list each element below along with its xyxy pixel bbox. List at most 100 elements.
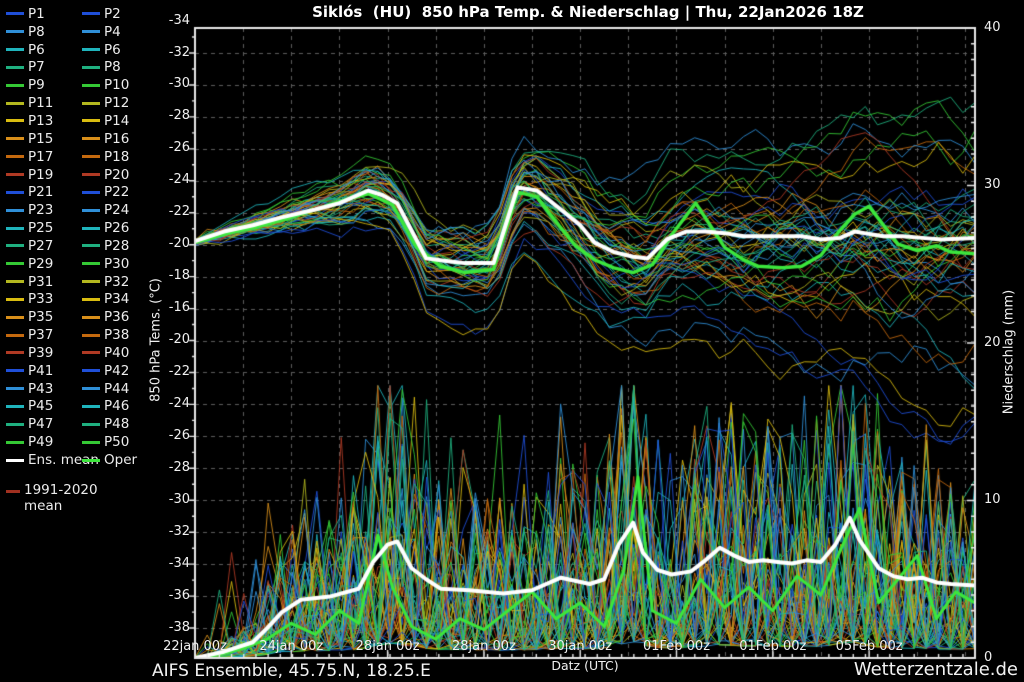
legend-row: P11P12: [6, 94, 156, 112]
legend-climate-label: 1991-2020 mean: [24, 483, 110, 515]
legend-row: P31P32: [6, 273, 156, 291]
legend-item-p2: P2: [82, 6, 148, 22]
legend-item-oper: Oper: [82, 452, 148, 468]
legend-color-swatch: [82, 137, 100, 140]
temp-axis-title: 850 hPa Tems. (°C): [149, 278, 164, 402]
legend-color-swatch: [6, 369, 24, 372]
legend-item-p39: P39: [6, 345, 82, 361]
temp-axis-tick: -24: [146, 172, 190, 187]
legend-item-p4: P4: [82, 24, 148, 40]
legend-member-label: P2: [104, 6, 121, 22]
legend-member-label: P24: [104, 202, 129, 218]
legend-color-swatch: [6, 262, 24, 265]
legend-member-label: P31: [28, 274, 53, 290]
legend-member-label: P6: [28, 42, 45, 58]
legend-color-swatch: [6, 119, 24, 122]
legend-item-p48: P48: [82, 416, 148, 432]
legend-item-p30: P30: [82, 256, 148, 272]
legend-color-swatch: [82, 155, 100, 158]
legend-item-p41: P41: [6, 363, 82, 379]
legend-item-p25: P25: [6, 220, 82, 236]
legend-item-p12: P12: [82, 95, 148, 111]
legend-member-label: P13: [28, 113, 53, 129]
legend-item-p40: P40: [82, 345, 148, 361]
model-info-text: AIFS Ensemble, 45.75.N, 18.25.E: [152, 661, 431, 681]
temp-axis-tick: -36: [146, 588, 190, 603]
date-axis-tick: 24jan 00z: [236, 639, 346, 654]
legend-color-swatch: [6, 102, 24, 105]
legend-color-swatch: [82, 244, 100, 247]
legend-color-swatch: [6, 30, 24, 33]
legend-color-swatch: [82, 369, 100, 372]
legend-member-label: P28: [104, 238, 129, 254]
legend-member-label: P50: [104, 434, 129, 450]
temp-axis-tick: -28: [146, 108, 190, 123]
legend-color-swatch: [82, 351, 100, 354]
date-axis-tick: 22jan 00z: [140, 639, 250, 654]
temp-axis-tick: -38: [146, 620, 190, 635]
legend-color-swatch: [6, 334, 24, 337]
legend-row: P19P20: [6, 166, 156, 184]
legend-member-label: P46: [104, 398, 129, 414]
legend-color-swatch: [82, 119, 100, 122]
legend-row: P37P38: [6, 326, 156, 344]
legend-color-swatch: [6, 155, 24, 158]
legend-row: P41 P42: [6, 362, 156, 380]
legend-color-swatch: [6, 12, 24, 15]
legend-member-label: P48: [104, 416, 129, 432]
ensemble-legend: P1P2P8P4P6P6P7P8P9P10P11P12P13P14P15P16P…: [6, 5, 156, 515]
precip-axis-tick: 10: [984, 492, 1018, 507]
legend-member-label: P42: [104, 363, 129, 379]
legend-item-p14: P14: [82, 113, 148, 129]
legend-item-p23: P23: [6, 202, 82, 218]
legend-color-swatch: [6, 387, 24, 390]
legend-member-label: P16: [104, 131, 129, 147]
legend-member-label: P38: [104, 327, 129, 343]
legend-member-label: P8: [28, 24, 45, 40]
legend-row: P49P50: [6, 433, 156, 451]
legend-member-label: P30: [104, 256, 129, 272]
legend-row: P25P26: [6, 219, 156, 237]
legend-color-swatch: [6, 66, 24, 69]
legend-color-swatch: [6, 405, 24, 408]
legend-item-p35: P35: [6, 309, 82, 325]
legend-color-swatch: [82, 48, 100, 51]
temp-axis-tick: -22: [146, 204, 190, 219]
legend-row: P17P18: [6, 148, 156, 166]
legend-color-swatch: [6, 227, 24, 230]
date-axis-tick: 01Feb 00z: [622, 639, 732, 654]
legend-member-label: P8: [104, 59, 121, 75]
date-axis-tick: 28jan 00z: [429, 639, 539, 654]
legend-item-p8: P8: [82, 59, 148, 75]
legend-item-p50: P50: [82, 434, 148, 450]
legend-row: P8 P4: [6, 23, 156, 41]
legend-item-p15: P15: [6, 131, 82, 147]
legend-member-label: P23: [28, 202, 53, 218]
legend-color-swatch: [6, 490, 20, 493]
temp-axis-tick: -26: [146, 428, 190, 443]
temp-axis-tick: -34: [146, 13, 190, 28]
legend-row: P6 P6: [6, 41, 156, 59]
legend-color-swatch: [6, 209, 24, 212]
legend-color-swatch: [82, 173, 100, 176]
legend-item-p6: P6: [82, 42, 148, 58]
legend-color-swatch: [82, 191, 100, 194]
legend-member-label: P36: [104, 309, 129, 325]
ensemble-meteogram: Siklós (HU) 850 hPa Temp. & Niederschlag…: [0, 0, 1024, 682]
legend-color-swatch: [82, 423, 100, 426]
legend-item-p44: P44: [82, 381, 148, 397]
legend-color-swatch: [82, 459, 100, 462]
legend-color-swatch: [6, 48, 24, 51]
legend-color-swatch: [6, 423, 24, 426]
legend-row: P35 P36: [6, 308, 156, 326]
legend-color-swatch: [6, 298, 24, 301]
legend-member-label: Oper: [104, 452, 137, 468]
legend-item-p6: P6: [6, 42, 82, 58]
legend-item-p33: P33: [6, 291, 82, 307]
legend-member-label: P25: [28, 220, 53, 236]
legend-member-label: P39: [28, 345, 53, 361]
legend-member-label: P12: [104, 95, 129, 111]
legend-item-p36: P36: [82, 309, 148, 325]
legend-item-p43: P43: [6, 381, 82, 397]
legend-member-label: P17: [28, 149, 53, 165]
